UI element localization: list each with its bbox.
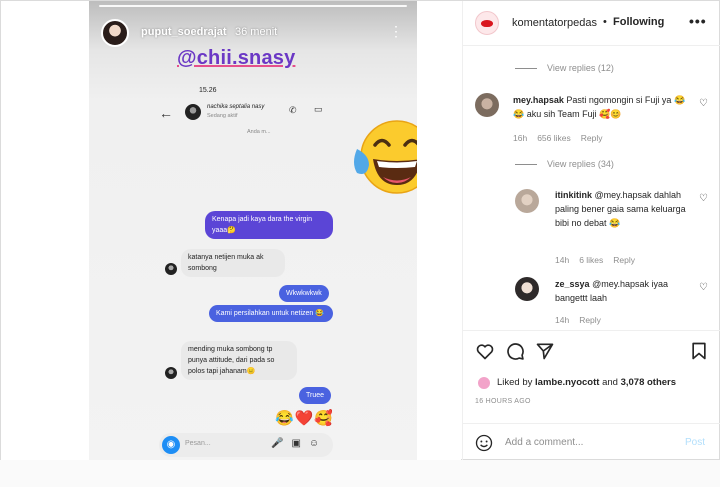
liked-by-and: and: [602, 377, 618, 388]
emoji-picker-icon[interactable]: [475, 434, 493, 452]
phone-icon: ✆: [289, 105, 297, 115]
post-modal: puput_soedrajat 36 menit ⋮ @chii.snasy 1…: [0, 0, 720, 461]
comment-likes[interactable]: 656 likes: [537, 133, 571, 143]
like-comment-icon[interactable]: ♡: [699, 193, 708, 204]
story-avatar: [101, 19, 129, 47]
message-bubble-out: Truee: [299, 387, 332, 404]
reply-button[interactable]: Reply: [581, 133, 603, 143]
page-background: [0, 460, 720, 487]
commenter-avatar[interactable]: [515, 189, 539, 213]
back-arrow-icon: ←: [159, 105, 173, 121]
view-replies-label: View replies (12): [547, 63, 614, 73]
view-replies-button[interactable]: View replies (12): [515, 63, 614, 73]
story-progress-bar: [99, 5, 407, 7]
save-bookmark-icon[interactable]: [689, 341, 709, 361]
message-bubble-in: katanya netijen muka ak sombong: [181, 249, 285, 277]
chat-compose-input: Pesan...: [185, 440, 211, 447]
video-icon: ▭: [314, 104, 323, 114]
view-replies-button[interactable]: View replies (34): [515, 159, 614, 169]
liked-by-user[interactable]: lambe.nyocott: [535, 377, 599, 388]
comment-text: ze_ssya @mey.hapsak iyaa bangettt laah: [555, 277, 695, 305]
you-replied-label: Anda m...: [247, 129, 271, 135]
more-options-icon[interactable]: •••: [689, 13, 707, 29]
following-button[interactable]: Following: [613, 16, 664, 28]
reply-button[interactable]: Reply: [613, 255, 635, 265]
separator-dot: •: [603, 16, 607, 28]
laughing-emoji-sticker: [354, 120, 417, 194]
post-comment-button[interactable]: Post: [685, 437, 705, 448]
comment-icon[interactable]: [505, 341, 525, 361]
chat-status-time: 15.26: [199, 87, 217, 94]
story-time: 36 menit: [235, 26, 278, 38]
message-bubble-out: Kami persilahkan untuk netizen 😂: [209, 305, 333, 322]
comment-meta: 14h Reply: [555, 315, 611, 325]
like-comment-icon[interactable]: ♡: [699, 282, 708, 293]
chat-compose-bar: ◉ Pesan... 🎤▣☺: [159, 433, 333, 457]
view-replies-label: View replies (34): [547, 159, 614, 169]
comments-list: View replies (12) mey.hapsak Pasti ngomo…: [463, 47, 720, 329]
comment-text: itinkitink @mey.hapsak dahlah paling ben…: [555, 188, 695, 230]
comment-meta: 14h 6 likes Reply: [555, 255, 645, 265]
divider-line: [515, 164, 537, 166]
liked-by-text: Liked by lambe.nyocott and 3,078 others: [497, 377, 676, 388]
chat-bubble-avatar: [165, 367, 177, 379]
post-side-panel: komentatorpedas • Following ••• View rep…: [462, 1, 720, 461]
chat-avatar: [185, 104, 201, 120]
liked-by-prefix: Liked by: [497, 377, 533, 388]
divider-line: [515, 68, 537, 70]
lips-logo-icon: [481, 20, 493, 27]
camera-icon: ◉: [162, 436, 180, 454]
chat-header: ← nachika septalia nasy Sedang aktif ✆ ▭: [159, 103, 339, 127]
commenter-username[interactable]: ze_ssya: [555, 279, 590, 289]
chat-status: Sedang aktif: [207, 113, 238, 119]
comment-time: 16h: [513, 133, 528, 143]
author-avatar[interactable]: [475, 11, 499, 35]
like-heart-icon[interactable]: [475, 341, 495, 361]
like-comment-icon[interactable]: ♡: [699, 98, 708, 109]
message-bubble-out: Wkwkwkwk: [279, 285, 329, 302]
commenter-username[interactable]: mey.hapsak: [513, 95, 564, 105]
comment-meta: 16h 656 likes Reply: [513, 133, 612, 143]
liked-by-count[interactable]: 3,078 others: [621, 377, 676, 388]
comment-time: 14h: [555, 315, 570, 325]
message-bubble-out: Kenapa jadi kaya dara the virgin yaaa🤔: [205, 211, 333, 239]
post-timestamp: 16 HOURS AGO: [475, 398, 531, 405]
story-menu-icon: ⋮: [389, 23, 403, 39]
story-username: puput_soedrajat: [141, 26, 227, 38]
post-actions: Liked by lambe.nyocott and 3,078 others …: [463, 330, 720, 461]
commenter-avatar[interactable]: [475, 93, 499, 117]
share-icon[interactable]: [535, 341, 555, 361]
message-bubble-in: mending muka sombong tp punya attitude, …: [181, 341, 297, 380]
chat-name: nachika septalia nasy: [207, 104, 265, 110]
post-media: puput_soedrajat 36 menit ⋮ @chii.snasy 1…: [1, 1, 461, 461]
chat-bubble-avatar: [165, 263, 177, 275]
reply-button[interactable]: Reply: [579, 315, 601, 325]
post-header: komentatorpedas • Following •••: [463, 1, 720, 46]
commenter-username[interactable]: itinkitink: [555, 190, 592, 200]
add-comment-input[interactable]: Add a comment...: [505, 437, 583, 448]
story-mention: @chii.snasy: [177, 47, 296, 69]
comment-text: mey.hapsak Pasti ngomongin si Fuji ya 😂😂…: [513, 93, 693, 121]
story-screenshot: puput_soedrajat 36 menit ⋮ @chii.snasy 1…: [89, 1, 417, 461]
reaction-emojis: 😂❤️🥰: [275, 410, 335, 427]
compose-icons: 🎤▣☺: [271, 438, 328, 449]
author-username[interactable]: komentatorpedas: [512, 17, 597, 29]
add-comment-bar: Add a comment... Post: [463, 423, 720, 462]
comment-time: 14h: [555, 255, 570, 265]
liked-by-avatar[interactable]: [477, 376, 491, 390]
comment-likes[interactable]: 6 likes: [579, 255, 603, 265]
commenter-avatar[interactable]: [515, 277, 539, 301]
